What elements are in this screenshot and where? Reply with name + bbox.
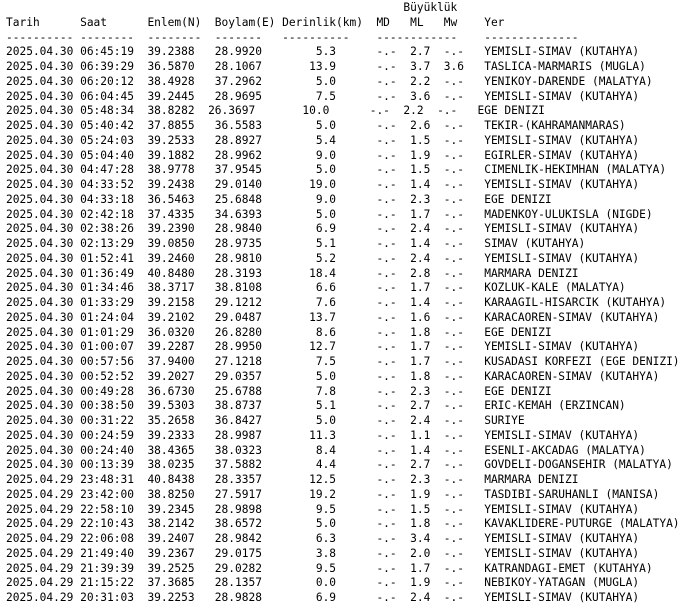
event-row: 2025.04.30 00:24:59 39.2333 28.9987 11.3… xyxy=(6,428,640,442)
header-columns-line: Tarih Saat Enlem(N) Boylam(E) Derinlik(k… xyxy=(6,15,505,29)
event-row: 2025.04.29 22:10:43 38.2142 38.6572 5.0 … xyxy=(6,517,680,531)
event-row: 2025.04.29 23:48:31 40.8438 28.3357 12.5… xyxy=(6,473,579,486)
event-row: 2025.04.30 04:47:28 38.9778 37.9545 5.0 … xyxy=(6,163,667,177)
event-row: 2025.04.30 02:38:26 39.2390 28.9840 6.9 … xyxy=(6,222,640,236)
event-row: 2025.04.29 23:42:00 38.8250 27.5917 19.2… xyxy=(6,487,660,501)
event-row: 2025.04.30 05:40:42 37.8855 36.5583 5.0 … xyxy=(6,119,626,132)
event-row: 2025.04.30 00:24:40 38.4365 38.0323 8.4 … xyxy=(6,443,646,457)
event-row: 2025.04.30 06:20:12 38.4928 37.2962 5.0 … xyxy=(6,74,653,88)
event-row: 2025.04.30 02:42:18 37.4335 34.6393 5.0 … xyxy=(6,207,653,221)
event-row: 2025.04.29 21:49:40 39.2367 29.0175 3.8 … xyxy=(6,546,640,560)
event-row: 2025.04.29 21:15:22 37.3685 28.1357 0.0 … xyxy=(6,576,640,590)
earthquake-listing: Büyüklük Tarih Saat Enlem(N) Boylam(E) De… xyxy=(6,1,680,606)
event-row: 2025.04.30 00:38:50 39.5303 38.8737 5.1 … xyxy=(6,399,626,413)
event-row: 2025.04.29 20:31:03 39.2253 28.9828 6.9 … xyxy=(6,591,640,604)
event-row: 2025.04.30 02:13:29 39.0850 28.9735 5.1 … xyxy=(6,237,586,250)
header-group-line: Büyüklük xyxy=(6,1,458,14)
event-row: 2025.04.30 00:49:28 36.6730 25.6788 7.8 … xyxy=(6,384,552,398)
event-row: 2025.04.30 00:13:39 38.0235 37.5882 4.4 … xyxy=(6,458,673,472)
event-row: 2025.04.30 00:57:56 37.9400 27.1218 7.5 … xyxy=(6,355,680,368)
event-row: 2025.04.29 22:58:10 39.2345 28.9898 9.5 … xyxy=(6,502,640,516)
event-row: 2025.04.30 01:36:49 40.8480 28.3193 18.4… xyxy=(6,266,579,280)
event-row: 2025.04.30 06:45:19 39.2388 28.9920 5.3 … xyxy=(6,45,640,59)
event-row: 2025.04.30 01:34:46 38.3717 38.8108 6.6 … xyxy=(6,281,626,295)
header-separator-line: ---------- -------- -------- ------- ---… xyxy=(6,30,579,44)
event-row: 2025.04.29 21:39:39 39.2525 29.0282 9.5 … xyxy=(6,561,653,575)
event-row: 2025.04.29 22:06:08 39.2407 28.9842 6.3 … xyxy=(6,532,640,545)
event-row: 2025.04.30 05:04:40 39.1882 28.9962 9.0 … xyxy=(6,148,640,162)
event-row: 2025.04.30 04:33:18 36.5463 25.6848 9.0 … xyxy=(6,192,552,206)
event-row: 2025.04.30 00:52:52 39.2027 29.0357 5.0 … xyxy=(6,369,660,383)
event-row: 2025.04.30 01:00:07 39.2287 28.9950 12.7… xyxy=(6,340,640,354)
event-row: 2025.04.30 04:33:52 39.2438 29.0140 19.0… xyxy=(6,178,640,191)
event-row: 2025.04.30 05:24:03 39.2533 28.8927 5.4 … xyxy=(6,133,640,147)
event-row: 2025.04.30 01:52:41 39.2460 28.9810 5.2 … xyxy=(6,251,640,265)
event-row: 2025.04.30 00:31:22 35.2658 36.8427 5.0 … xyxy=(6,414,525,427)
event-row: 2025.04.30 06:04:45 39.2445 28.9695 7.5 … xyxy=(6,89,640,103)
event-row: 2025.04.30 05:48:34 38.8282 26.3697 10.0… xyxy=(6,104,545,118)
event-row: 2025.04.30 01:24:04 39.2102 29.0487 13.7… xyxy=(6,310,660,324)
event-row: 2025.04.30 06:39:29 36.5870 28.1067 13.9… xyxy=(6,60,646,73)
event-row: 2025.04.30 01:01:29 36.0320 26.8280 8.6 … xyxy=(6,325,552,339)
event-row: 2025.04.30 01:33:29 39.2158 29.1212 7.6 … xyxy=(6,296,667,309)
